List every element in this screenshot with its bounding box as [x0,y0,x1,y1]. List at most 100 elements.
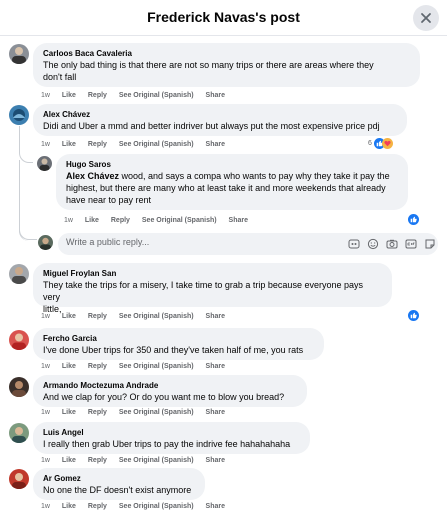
comment-text-line: Didi and Uber a mmd and better indriver … [43,121,380,131]
share-button[interactable]: Share [229,217,248,224]
avatar[interactable] [9,330,29,350]
comment-author[interactable]: Alex Chávez [43,109,397,120]
share-button[interactable]: Share [206,457,225,464]
comment-actions: 1w Like Reply See Original (Spanish) Sha… [41,502,235,512]
comment-bubble: Miguel Froylan San They take the trips f… [33,263,392,314]
comment-time[interactable]: 1w [64,217,73,224]
avatar[interactable] [9,423,29,443]
like-reaction-icon[interactable] [408,214,419,225]
see-original-button[interactable]: See Original (Spanish) [119,409,194,416]
reply-button[interactable]: Reply [88,409,107,416]
comment-actions: 1w Like Reply See Original (Spanish) Sha… [41,312,235,322]
see-original-button[interactable]: See Original (Spanish) [119,92,194,99]
see-original-button[interactable]: See Original (Spanish) [119,141,194,148]
reply-bubble: Hugo Saros Alex Chávez wood, and says a … [56,154,408,210]
reaction-count: 6 [368,140,372,147]
like-button[interactable]: Like [85,217,99,224]
avatar[interactable] [9,469,29,489]
comment-actions: 1w Like Reply See Original (Spanish) Sha… [64,216,258,226]
share-button[interactable]: Share [206,503,225,510]
share-button[interactable]: Share [206,313,225,320]
like-button[interactable]: Like [62,409,76,416]
comment-bubble: Luis Angel I really then grab Uber trips… [33,422,310,454]
comment-author[interactable]: Ar Gomez [43,473,195,484]
comment-author[interactable]: Hugo Saros [66,159,398,170]
avatar[interactable] [9,105,29,125]
comment-bubble: Carloos Baca Cavaleria The only bad thin… [33,43,420,87]
thread-line [19,126,33,163]
comment-text-fragment: wood, and says a compa who wants to pay … [119,171,390,181]
love-reaction-icon [381,138,393,149]
comment-time[interactable]: 1w [41,363,50,370]
comment-author[interactable]: Miguel Froylan San [43,268,382,279]
comment-bubble: Ar Gomez No one the DF doesn't exist any… [33,468,205,500]
avatar[interactable] [9,264,29,284]
comment-text-line: They take the trips for a misery, I take… [43,280,363,302]
comment-text-line: highest, but there are many who at least… [66,183,386,193]
share-button[interactable]: Share [206,363,225,370]
reply-button[interactable]: Reply [88,503,107,510]
avatar[interactable] [9,44,29,64]
comment-author[interactable]: Armando Moctezuma Andrade [43,380,297,391]
comment-text-line: I've done Uber trips for 350 and they've… [43,345,304,355]
reply-button[interactable]: Reply [88,363,107,370]
mention-link[interactable]: Alex Chávez [66,171,119,181]
close-button[interactable] [413,5,439,31]
sticker-icon[interactable] [424,238,436,250]
comment-time[interactable]: 1w [41,141,50,148]
like-button[interactable]: Like [62,313,76,320]
share-button[interactable]: Share [206,92,225,99]
see-original-button[interactable]: See Original (Spanish) [119,313,194,320]
see-original-button[interactable]: See Original (Spanish) [119,457,194,464]
reaction-summary[interactable]: 6 [368,138,393,149]
comment-author[interactable]: Carloos Baca Cavaleria [43,48,410,59]
comment-text-line: don't fall [43,72,77,82]
reply-input[interactable] [66,237,346,247]
post-header: Frederick Navas's post [0,0,447,36]
comment-actions: 1w Like Reply See Original (Spanish) Sha… [41,91,235,101]
share-button[interactable]: Share [206,409,225,416]
avatar-sticker-icon[interactable] [348,238,360,250]
comment-bubble: Fercho Garcia I've done Uber trips for 3… [33,328,324,360]
like-button[interactable]: Like [62,363,76,370]
like-button[interactable]: Like [62,503,76,510]
share-button[interactable]: Share [206,141,225,148]
like-button[interactable]: Like [62,92,76,99]
reply-button[interactable]: Reply [88,141,107,148]
reply-composer [58,233,438,255]
see-original-button[interactable]: See Original (Spanish) [119,363,194,370]
comment-bubble: Armando Moctezuma Andrade And we clap fo… [33,375,307,407]
comment-bubble: Alex Chávez Didi and Uber a mmd and bett… [33,104,407,136]
gif-icon[interactable] [405,238,417,250]
avatar[interactable] [9,377,29,397]
avatar[interactable] [37,156,52,171]
comment-author[interactable]: Fercho Garcia [43,333,314,344]
like-button[interactable]: Like [62,141,76,148]
comment-actions: 1w Like Reply See Original (Spanish) Sha… [41,362,235,372]
comment-time[interactable]: 1w [41,92,50,99]
reply-button[interactable]: Reply [88,457,107,464]
like-reaction-icon[interactable] [408,310,419,321]
reply-button[interactable]: Reply [88,313,107,320]
comment-time[interactable]: 1w [41,313,50,320]
comment-actions: 1w Like Reply See Original (Spanish) Sha… [41,456,235,466]
reply-button[interactable]: Reply [111,217,130,224]
reply-button[interactable]: Reply [88,92,107,99]
comment-author[interactable]: Luis Angel [43,427,300,438]
comment-time[interactable]: 1w [41,503,50,510]
current-user-avatar[interactable] [38,235,53,250]
comment-actions: 1w Like Reply See Original (Spanish) Sha… [41,408,235,418]
comment-text-line: I really then grab Uber trips to pay the… [43,439,291,449]
see-original-button[interactable]: See Original (Spanish) [119,503,194,510]
comment-text-line: Alex Chávez wood, and says a compa who w… [66,170,398,182]
like-button[interactable]: Like [62,457,76,464]
comment-time[interactable]: 1w [41,457,50,464]
camera-icon[interactable] [386,238,398,250]
comment-time[interactable]: 1w [41,409,50,416]
see-original-button[interactable]: See Original (Spanish) [142,217,217,224]
comment-actions: 1w Like Reply See Original (Spanish) Sha… [41,140,235,150]
thread-line [19,160,38,241]
comment-text-line: have near to pay rent [66,195,152,205]
emoji-icon[interactable] [367,238,379,250]
comment-text-line: The only bad thing is that there are not… [43,60,374,70]
